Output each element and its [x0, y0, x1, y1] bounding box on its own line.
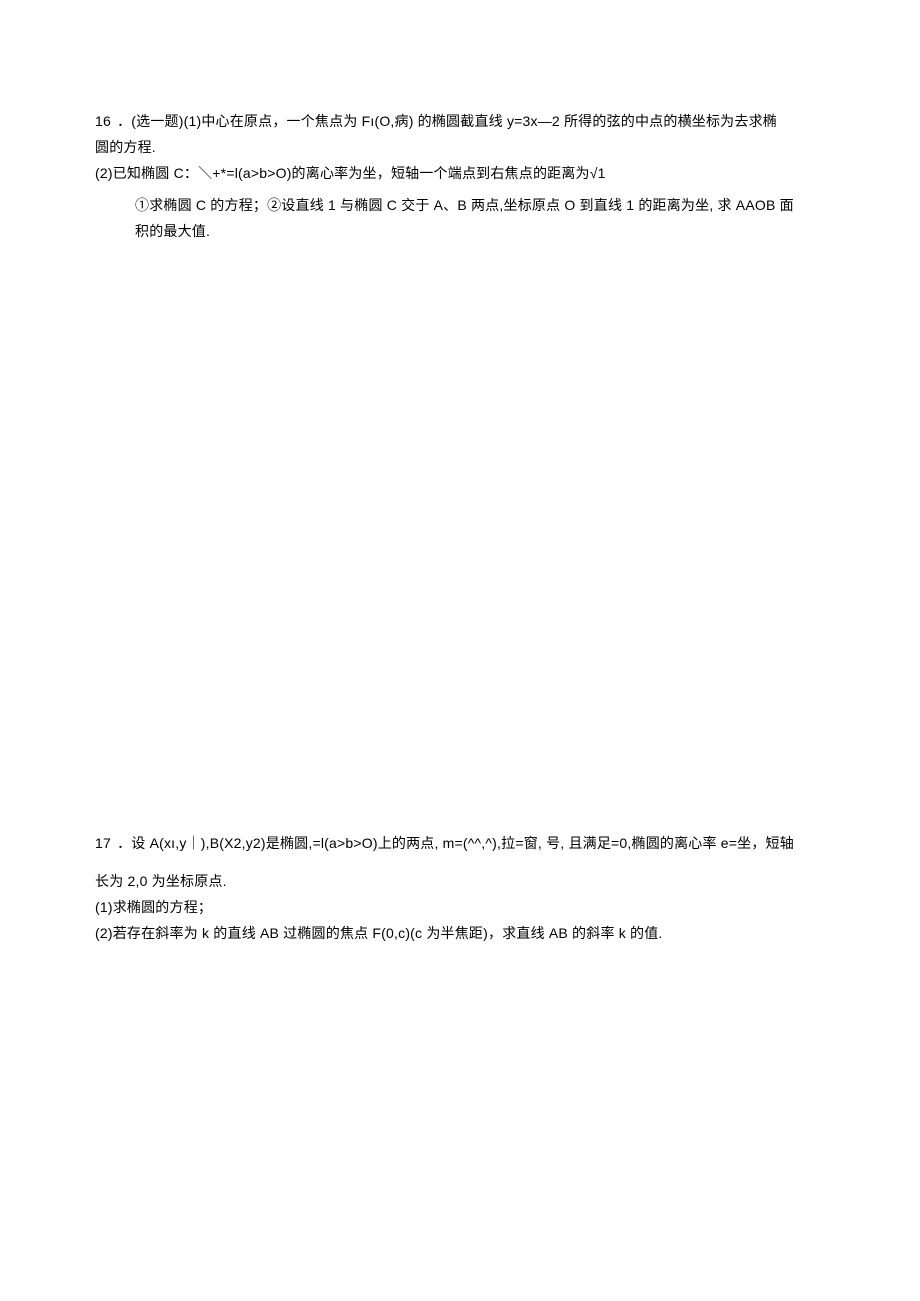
page: 16 ．(选一题)(1)中心在原点，一个焦点为 Fı(O,病) 的椭圆截直线 y… — [0, 0, 920, 1301]
q17-number: 17 — [95, 830, 113, 856]
q17-line1-text: ．设 A(xı,y｜),B(X2,y2)是椭圆,=l(a>b>O)上的两点, m… — [117, 835, 794, 851]
q17-line3: (1)求椭圆的方程； — [95, 894, 825, 920]
q16-number: 16 — [95, 108, 113, 134]
q16-line1a-text: ．(选一题)(1)中心在原点，一个焦点为 Fı(O,病) 的椭圆截直线 y=3x… — [117, 113, 777, 129]
q16-line4: 积的最大值. — [95, 218, 825, 244]
q17-line2: 长为 2,0 为坐标原点. — [95, 868, 825, 894]
question-16: 16 ．(选一题)(1)中心在原点，一个焦点为 Fı(O,病) 的椭圆截直线 y… — [95, 108, 825, 244]
question-17: 17 ．设 A(xı,y｜),B(X2,y2)是椭圆,=l(a>b>O)上的两点… — [95, 830, 825, 946]
q16-line1: 16 ．(选一题)(1)中心在原点，一个焦点为 Fı(O,病) 的椭圆截直线 y… — [95, 108, 825, 134]
q17-line1: 17 ．设 A(xı,y｜),B(X2,y2)是椭圆,=l(a>b>O)上的两点… — [95, 830, 825, 856]
q16-line3: ①求椭圆 C 的方程；②设直线 1 与椭圆 C 交于 A、B 两点,坐标原点 O… — [95, 192, 825, 218]
q16-line1b: 圆的方程. — [95, 134, 825, 160]
q17-line4: (2)若存在斜率为 k 的直线 AB 过椭圆的焦点 F(0,c)(c 为半焦距)… — [95, 920, 825, 946]
q16-line2: (2)已知椭圆 C：＼+*=l(a>b>O)的离心率为坐，短轴一个端点到右焦点的… — [95, 160, 825, 186]
